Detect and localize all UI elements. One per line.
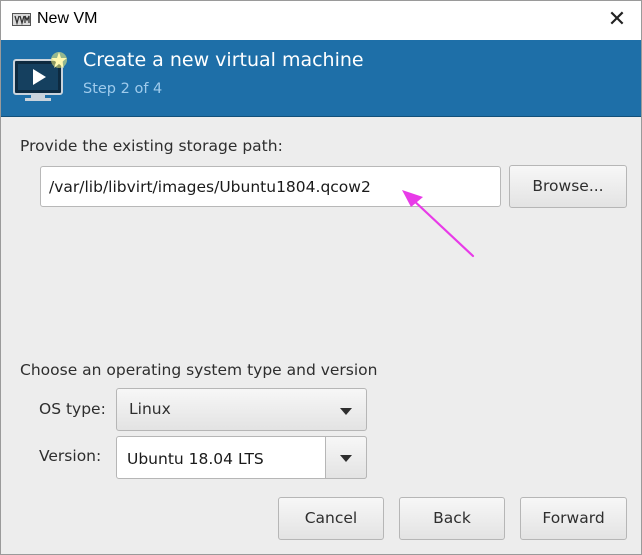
window-title: New VM — [37, 10, 98, 27]
back-button[interactable]: Back — [399, 497, 505, 540]
version-label: Version: — [39, 447, 102, 465]
browse-button[interactable]: Browse... — [509, 165, 627, 208]
chevron-down-icon — [340, 408, 352, 415]
new-vm-window: New VM ✕ Create a new virtual machine St… — [0, 0, 642, 555]
close-icon[interactable]: ✕ — [605, 7, 629, 33]
wizard-header: Create a new virtual machine Step 2 of 4 — [1, 40, 641, 117]
virt-manager-icon — [12, 13, 31, 26]
vm-console-icon — [13, 52, 67, 101]
storage-path-label: Provide the existing storage path: — [20, 137, 283, 155]
version-dropdown-button[interactable] — [325, 436, 367, 479]
os-type-value: Linux — [129, 400, 171, 418]
os-type-select[interactable]: Linux — [116, 388, 367, 431]
title-bar: New VM ✕ — [1, 1, 641, 40]
forward-button[interactable]: Forward — [520, 497, 627, 540]
version-combo[interactable]: Ubuntu 18.04 LTS — [116, 436, 367, 479]
os-type-label: OS type: — [39, 400, 106, 418]
chevron-down-icon — [340, 455, 352, 462]
os-section-label: Choose an operating system type and vers… — [20, 361, 378, 379]
wizard-step: Step 2 of 4 — [83, 81, 163, 97]
cancel-button[interactable]: Cancel — [278, 497, 384, 540]
version-value[interactable]: Ubuntu 18.04 LTS — [127, 450, 264, 468]
wizard-title: Create a new virtual machine — [83, 49, 364, 71]
arrow-annotation-icon — [402, 190, 475, 258]
